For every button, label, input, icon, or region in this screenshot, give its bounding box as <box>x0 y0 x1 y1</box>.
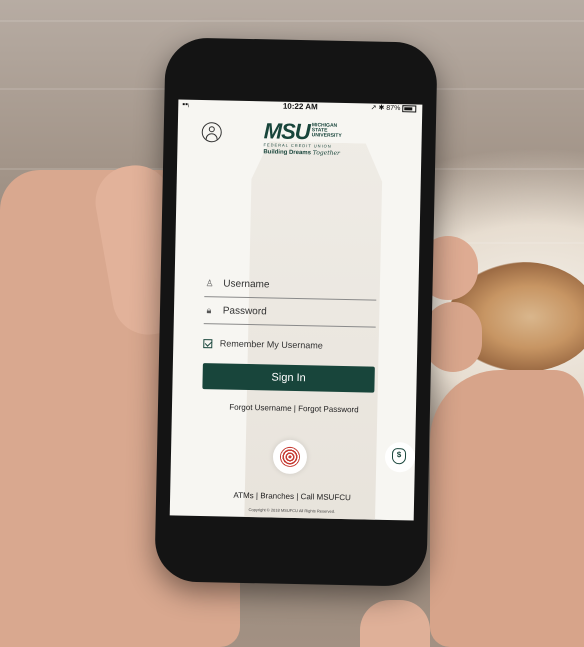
atms-link[interactable]: ATMs <box>233 491 253 500</box>
call-msufcu-link[interactable]: Call MSUFCU <box>301 492 351 502</box>
checkbox-icon[interactable] <box>203 339 213 349</box>
msufcu-logo: MSU MICHIGAN STATE UNIVERSITY FEDERAL CR… <box>263 118 344 159</box>
tagline-right: Together <box>312 149 340 157</box>
remember-label: Remember My Username <box>219 338 323 351</box>
link-separator: | <box>255 491 259 501</box>
profile-body <box>205 133 218 141</box>
forgot-password-link[interactable]: Forgot Password <box>298 404 359 414</box>
username-placeholder: Username <box>223 278 270 291</box>
tower-background-image <box>224 141 404 521</box>
fingerprint-icon <box>279 446 301 468</box>
logo-tagline: Building Dreams Together <box>263 148 343 157</box>
battery-icon <box>402 104 417 113</box>
phone: ▪▪ᵢ 10:22 AM ↗ ✱ 87% MSU MICHIGAN STATE … <box>154 37 438 587</box>
money-bag-icon: $ <box>391 448 407 465</box>
sign-in-button[interactable]: Sign In <box>202 363 375 393</box>
status-bar: ▪▪ᵢ 10:22 AM ↗ ✱ 87% <box>178 99 422 114</box>
profile-head <box>208 126 215 133</box>
wood-grain <box>0 20 584 22</box>
phone-screen: ▪▪ᵢ 10:22 AM ↗ ✱ 87% MSU MICHIGAN STATE … <box>169 99 423 521</box>
tagline-left: Building Dreams <box>263 149 312 157</box>
lock-icon: 🔒︎ <box>206 305 212 316</box>
money-bag-button[interactable]: $ <box>384 441 416 473</box>
logo-line: UNIVERSITY <box>311 132 342 139</box>
forgot-separator: | <box>293 403 296 414</box>
remember-username-checkbox[interactable]: Remember My Username <box>203 338 323 351</box>
battery-percent: 87% <box>386 104 401 113</box>
forgot-username-link[interactable]: Forgot Username <box>229 403 291 413</box>
right-hand <box>430 370 584 647</box>
right-finger <box>424 302 482 372</box>
username-field[interactable]: ♙ Username <box>204 278 377 301</box>
logo-side-text: MICHIGAN STATE UNIVERSITY <box>311 122 342 139</box>
bottom-finger <box>360 600 430 647</box>
password-field[interactable]: 🔒︎ Password <box>203 305 377 328</box>
status-icons: ↗ ✱ <box>370 104 385 112</box>
status-right: ↗ ✱ 87% <box>371 104 417 113</box>
password-placeholder: Password <box>222 305 267 318</box>
user-icon: ♙ <box>205 278 214 289</box>
profile-icon[interactable] <box>201 121 222 143</box>
branches-link[interactable]: Branches <box>260 491 294 501</box>
link-separator: | <box>296 492 299 502</box>
